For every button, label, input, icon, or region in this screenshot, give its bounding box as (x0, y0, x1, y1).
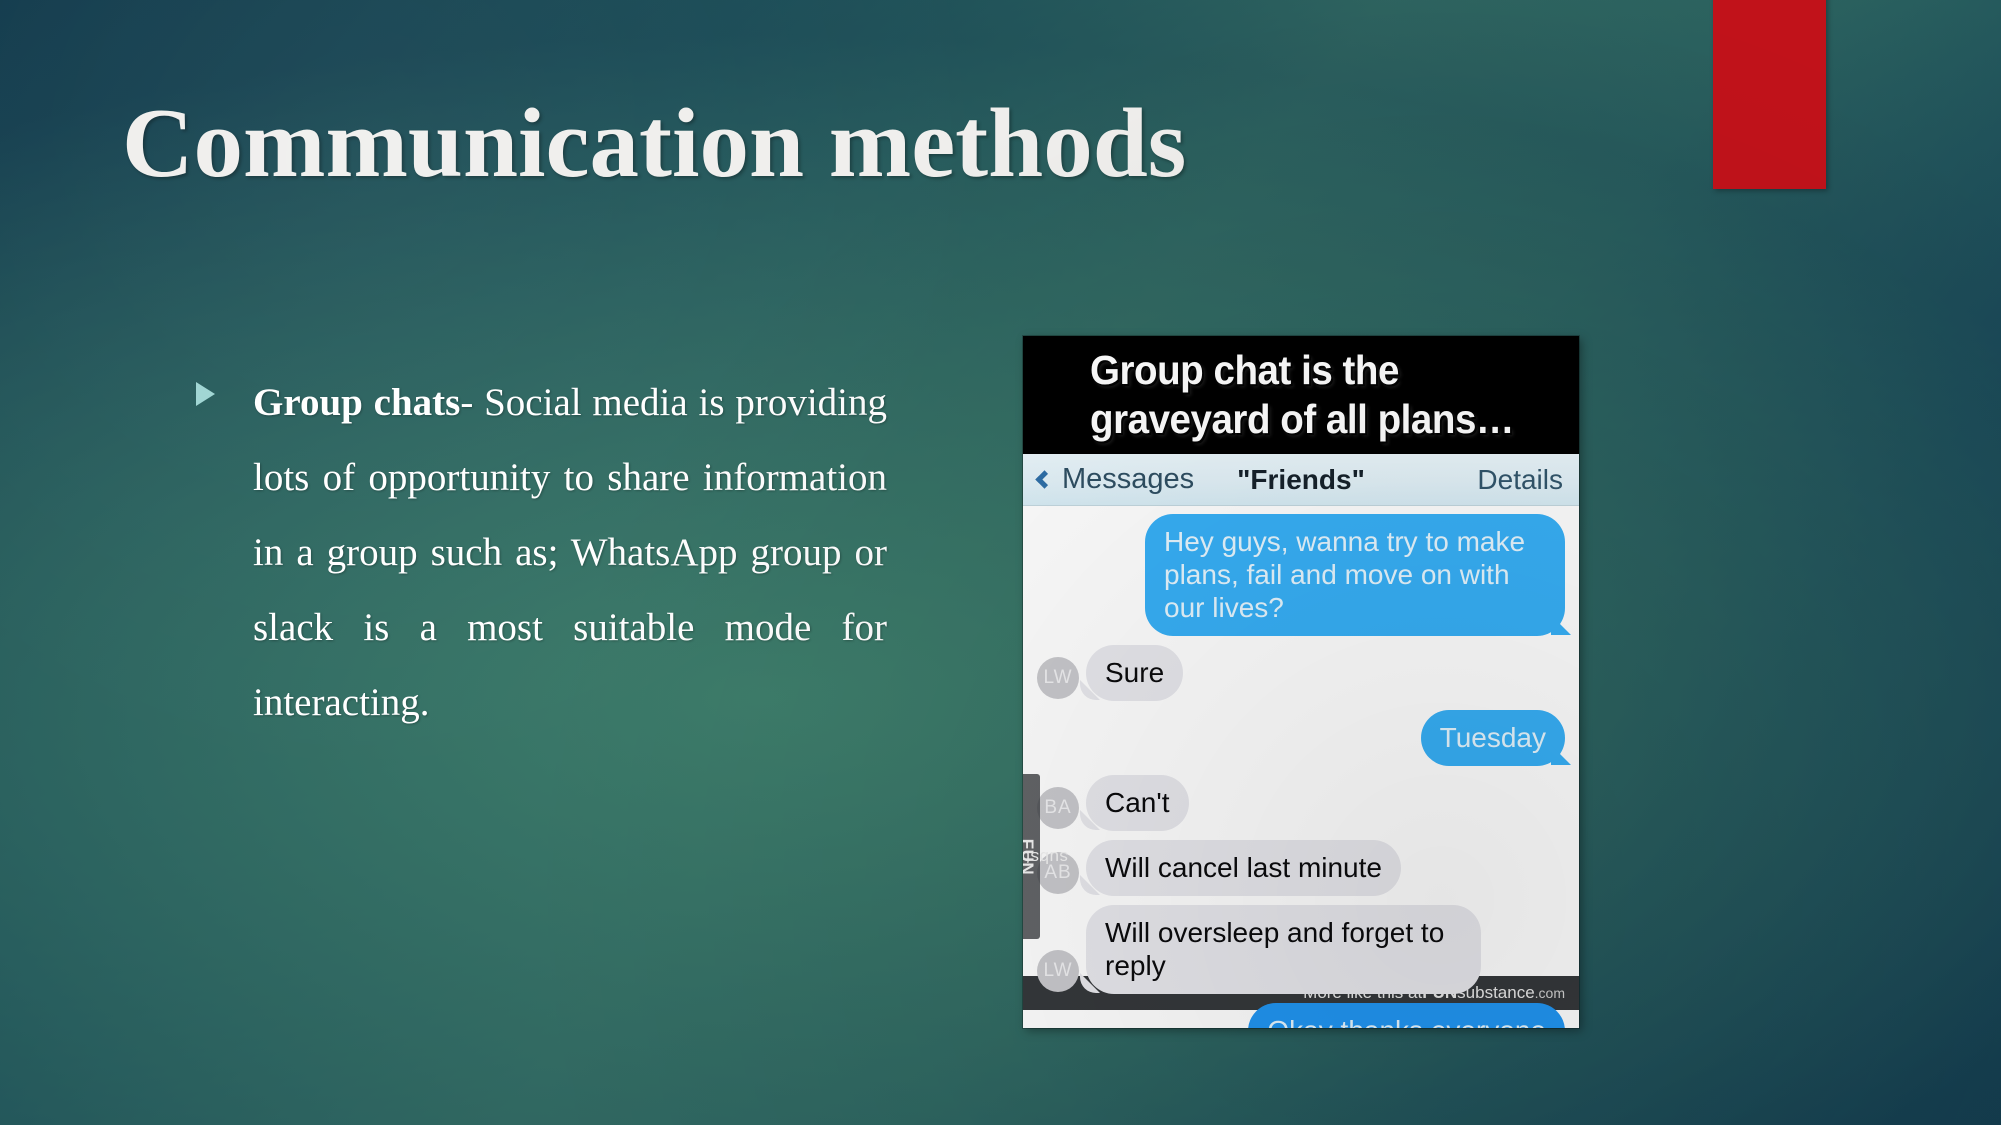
message-row: LW Sure (1037, 645, 1565, 701)
funsubstance-watermark: FUNsubstance (1023, 774, 1068, 939)
message-bubble-outgoing: Okay thanks everyone (1248, 1003, 1565, 1028)
meme-caption-line-1: Group chat is the (1090, 347, 1399, 393)
bullet-triangle-icon (196, 382, 215, 406)
message-bubble-incoming: Sure (1086, 645, 1184, 701)
messages-nav-bar: Messages "Friends" Details (1023, 454, 1579, 506)
message-bubble-incoming: Can't (1086, 775, 1189, 831)
chevron-left-icon (1035, 470, 1054, 489)
avatar: BA (1037, 787, 1079, 829)
meme-image: Group chat is the graveyard of all plans… (1023, 336, 1579, 1028)
watermark-suffix: substance (1023, 847, 1068, 867)
bullet-item-text: Group chats- Social media is providing l… (253, 365, 887, 740)
red-accent-block (1713, 0, 1826, 189)
message-row: AB Will cancel last minute (1037, 840, 1565, 896)
message-row: Hey guys, wanna try to make plans, fail … (1037, 514, 1565, 636)
message-bubble-outgoing: Tuesday (1420, 710, 1565, 766)
bullet-lead-bold: Group chats (253, 381, 461, 424)
bullet-rest-text: - Social media is providing lots of oppo… (253, 381, 887, 724)
message-row: LW Will oversleep and forget to reply (1037, 905, 1565, 994)
avatar: LW (1037, 657, 1079, 699)
message-row: Okay thanks everyone (1037, 1003, 1565, 1028)
message-bubble-incoming: Will oversleep and forget to reply (1086, 905, 1481, 994)
message-bubble-outgoing: Hey guys, wanna try to make plans, fail … (1145, 514, 1565, 636)
avatar: LW (1037, 950, 1079, 992)
back-label: Messages (1062, 463, 1195, 495)
message-row: Tuesday (1037, 710, 1565, 766)
details-button[interactable]: Details (1477, 464, 1563, 496)
meme-caption-line-2: graveyard of all plans… (1090, 396, 1514, 442)
message-bubble-incoming: Will cancel last minute (1086, 840, 1401, 896)
page-title: Communication methods (122, 89, 1187, 198)
meme-caption: Group chat is the graveyard of all plans… (1023, 336, 1579, 454)
back-to-messages-button[interactable]: Messages (1035, 463, 1195, 496)
bullet-list: Group chats- Social media is providing l… (196, 365, 896, 740)
slide-canvas: Communication methods Group chats- Socia… (0, 0, 2001, 1125)
message-row: BA Can't (1037, 775, 1565, 831)
chat-thread: FUNsubstance Hey guys, wanna try to make… (1023, 506, 1579, 1028)
